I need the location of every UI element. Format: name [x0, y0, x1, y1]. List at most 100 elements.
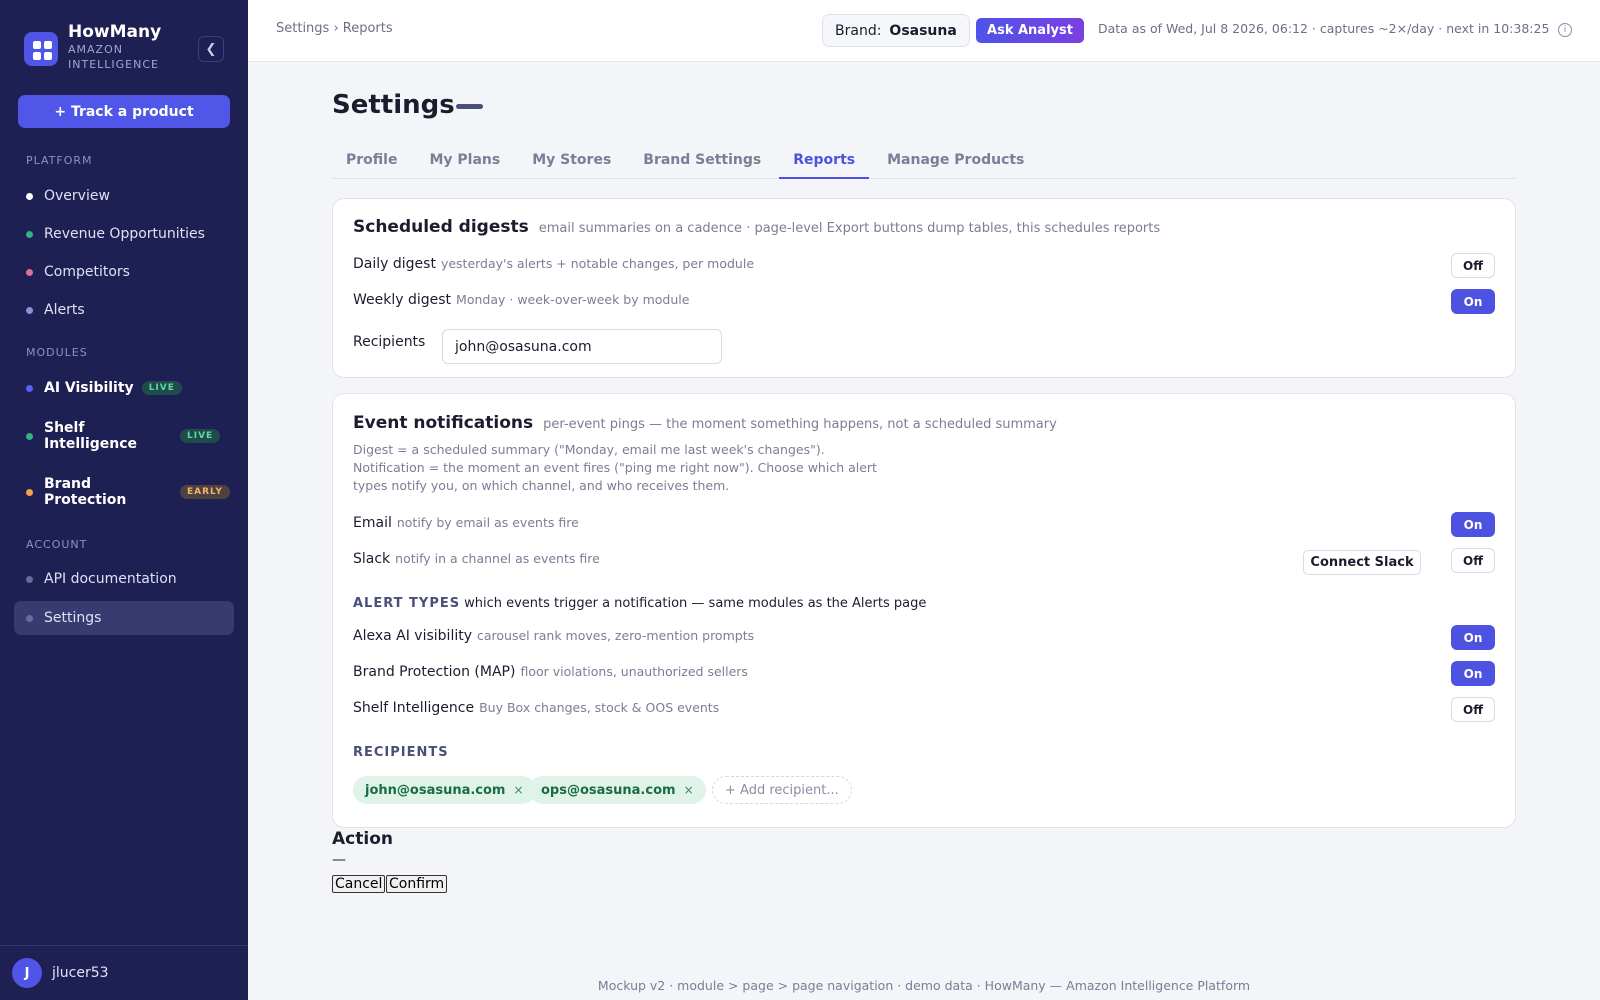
tab-my-stores[interactable]: My Stores — [518, 140, 625, 179]
tab-reports[interactable]: Reports — [779, 140, 870, 179]
row-label: Daily digest — [353, 256, 436, 272]
sidebar-item-competitors[interactable]: Competitors — [14, 255, 234, 289]
tab-my-plans[interactable]: My Plans — [415, 140, 514, 179]
scheduled-digests-card: Scheduled digests email summaries on a c… — [332, 198, 1516, 378]
nav-dot — [26, 614, 33, 622]
weekly-digest-toggle[interactable]: On — [1451, 289, 1495, 314]
sidebar-item-shelf-intelligence[interactable]: Shelf Intelligence LIVE — [14, 414, 234, 458]
recipient-chip: ops@osasuna.com × — [529, 776, 706, 804]
map-alert-toggle[interactable]: On — [1451, 661, 1495, 686]
brand-selector-value: Osasuna — [889, 22, 957, 39]
brand[interactable]: HowMany AMAZON INTELLIGENCE — [24, 22, 168, 72]
app-subtitle: AMAZON INTELLIGENCE — [68, 43, 159, 71]
row-label: Shelf Intelligence — [353, 700, 475, 716]
section-label-modules: MODULES — [26, 346, 88, 359]
section-label-platform: PLATFORM — [26, 154, 93, 167]
card-subtitle: email summaries on a cadence · page-leve… — [538, 221, 1161, 236]
avatar: J — [12, 958, 42, 988]
nav-dot — [26, 192, 33, 200]
slack-channel-row: Slack notify in a channel as events fire — [353, 551, 600, 567]
alert-types-label: ALERT TYPES — [353, 596, 461, 611]
shelf-alert-row: Shelf Intelligence Buy Box changes, stock… — [353, 700, 719, 716]
footer-text: Mockup v2 · module > page > page navigat… — [597, 978, 1251, 993]
sidebar-item-label: Overview — [44, 188, 110, 204]
row-label: Brand Protection (MAP) — [353, 664, 516, 680]
card-title: Event notifications — [353, 413, 534, 433]
row-label: Slack — [353, 551, 391, 567]
nav-dot — [26, 575, 33, 583]
nav-dot — [26, 432, 33, 440]
remove-recipient-icon[interactable]: × — [684, 783, 694, 797]
user-menu[interactable]: J jlucer53 — [0, 945, 248, 1000]
collapse-sidebar-button[interactable]: ❮ — [198, 36, 224, 62]
status-badge: LIVE — [141, 381, 182, 395]
sidebar-item-label: AI Visibility — [44, 380, 134, 396]
user-name: jlucer53 — [52, 965, 109, 981]
sidebar-item-ai-visibility[interactable]: AI Visibility LIVE — [14, 366, 234, 410]
alert-types-heading: ALERT TYPES which events trigger a notifi… — [353, 596, 926, 611]
recipient-chip: john@osasuna.com × — [353, 776, 536, 804]
recipient-email: john@osasuna.com — [365, 782, 506, 798]
row-label: Email — [353, 515, 392, 531]
add-recipient-button[interactable]: + Add recipient... — [712, 776, 852, 804]
recipients-input[interactable] — [442, 329, 722, 364]
brand-selector[interactable]: Brand: Osasuna — [822, 14, 970, 47]
sidebar-item-label: API documentation — [44, 571, 177, 587]
nav-dot — [26, 268, 33, 276]
action-separator: — — [332, 852, 346, 868]
remove-recipient-icon[interactable]: × — [513, 783, 523, 797]
action-title: Action — [332, 829, 393, 849]
breadcrumb[interactable]: Settings › Reports — [276, 21, 393, 36]
tab-profile[interactable]: Profile — [332, 140, 411, 179]
status-badge: EARLY — [180, 485, 230, 499]
title-accent-bar — [456, 104, 483, 109]
sidebar-item-settings[interactable]: Settings — [14, 601, 234, 635]
connect-slack-button[interactable]: Connect Slack — [1303, 550, 1421, 575]
sidebar: HowMany AMAZON INTELLIGENCE ❮ + Track a … — [0, 0, 248, 1000]
sidebar-item-label: Alerts — [44, 302, 85, 318]
ask-analyst-button[interactable]: Ask Analyst — [976, 18, 1084, 43]
sidebar-item-label: Brand Protection — [44, 476, 127, 508]
track-product-button[interactable]: + Track a product — [18, 95, 230, 128]
daily-digest-toggle[interactable]: Off — [1451, 253, 1495, 278]
row-description: Buy Box changes, stock & OOS events — [479, 700, 720, 715]
card-header: Event notifications per-event pings — th… — [353, 413, 1057, 433]
shelf-alert-toggle[interactable]: Off — [1451, 697, 1495, 722]
confirm-button[interactable]: Confirm — [386, 875, 448, 893]
row-description: yesterday's alerts + notable changes, pe… — [440, 256, 755, 271]
card-header: Scheduled digests email summaries on a c… — [353, 217, 1160, 237]
nav-dot — [26, 384, 33, 392]
tab-brand-settings[interactable]: Brand Settings — [629, 140, 775, 179]
nav-dot — [26, 230, 33, 238]
nav-dot — [26, 488, 33, 496]
event-notifications-card: Event notifications per-event pings — th… — [332, 393, 1516, 828]
sidebar-item-label: Shelf Intelligence — [44, 420, 138, 452]
sidebar-item-alerts[interactable]: Alerts — [14, 293, 234, 327]
cancel-button[interactable]: Cancel — [332, 875, 386, 893]
nav-dot — [26, 306, 33, 314]
sidebar-item-label: Revenue Opportunities — [44, 226, 205, 242]
tab-manage-products[interactable]: Manage Products — [873, 140, 1038, 179]
chevron-left-icon: ❮ — [205, 41, 217, 57]
email-toggle[interactable]: On — [1451, 512, 1495, 537]
email-channel-row: Email notify by email as events fire — [353, 515, 579, 531]
sidebar-item-brand-protection[interactable]: Brand Protection EARLY — [14, 470, 234, 514]
row-description: carousel rank moves, zero-mention prompt… — [477, 628, 755, 643]
sidebar-item-api-documentation[interactable]: API documentation — [14, 562, 234, 596]
alexa-alert-toggle[interactable]: On — [1451, 625, 1495, 650]
info-icon[interactable]: i — [1558, 23, 1572, 37]
row-description: notify in a channel as events fire — [395, 551, 600, 566]
status-badge: LIVE — [180, 429, 221, 443]
slack-toggle[interactable]: Off — [1451, 548, 1495, 573]
sidebar-item-revenue-opportunities[interactable]: Revenue Opportunities — [14, 217, 234, 251]
row-description: Monday · week-over-week by module — [456, 292, 690, 307]
section-label-account: ACCOUNT — [26, 538, 88, 551]
alert-types-description: which events trigger a notification — sa… — [464, 596, 927, 611]
sidebar-item-overview[interactable]: Overview — [14, 179, 234, 213]
sidebar-item-label: Settings — [44, 610, 102, 626]
recipients-label: Recipients — [353, 334, 426, 350]
map-alert-row: Brand Protection (MAP) floor violations, … — [353, 664, 748, 680]
app-logo-icon — [24, 32, 58, 66]
sidebar-item-label: Competitors — [44, 264, 130, 280]
page-title: Settings — [332, 90, 455, 120]
